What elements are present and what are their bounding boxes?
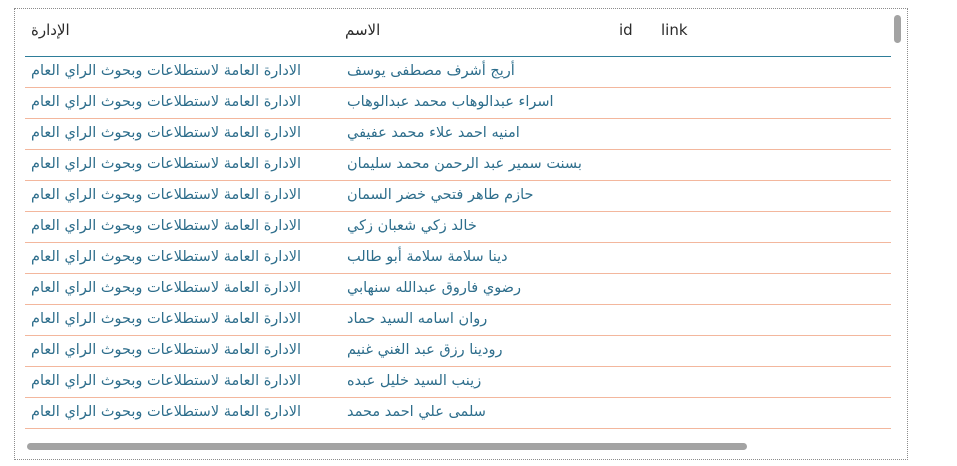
cell-department: الادارة العامة لاستطلاعات وبحوث الراي ال… [31, 94, 302, 110]
table-row[interactable]: الادارة العامة لاستطلاعات وبحوث الراي ال… [25, 88, 891, 119]
table-row[interactable]: الادارة العامة لاستطلاعات وبحوث الراي ال… [25, 212, 891, 243]
table-row[interactable]: الادارة العامة لاستطلاعات وبحوث الراي ال… [25, 119, 891, 150]
cell-department: الادارة العامة لاستطلاعات وبحوث الراي ال… [31, 63, 302, 79]
table-row[interactable]: الادارة العامة لاستطلاعات وبحوث الراي ال… [25, 57, 891, 88]
cell-name: بسنت سمير عبد الرحمن محمد سليمان [347, 156, 582, 172]
table-row[interactable]: الادارة العامة لاستطلاعات وبحوث الراي ال… [25, 274, 891, 305]
table-row[interactable]: الادارة العامة لاستطلاعات وبحوث الراي ال… [25, 398, 891, 429]
table-row[interactable]: الادارة العامة لاستطلاعات وبحوث الراي ال… [25, 243, 891, 274]
cell-department: الادارة العامة لاستطلاعات وبحوث الراي ال… [31, 156, 302, 172]
cell-name: سلمى علي احمد محمد [347, 404, 486, 420]
cell-name: اسراء عبدالوهاب محمد عبدالوهاب [347, 94, 554, 110]
cell-name: روان اسامه السيد حماد [347, 311, 488, 327]
cell-department: الادارة العامة لاستطلاعات وبحوث الراي ال… [31, 311, 302, 327]
cell-name: حازم طاهر فتحي خضر السمان [347, 187, 534, 203]
table-row[interactable]: الادارة العامة لاستطلاعات وبحوث الراي ال… [25, 181, 891, 212]
table-row[interactable]: الادارة العامة لاستطلاعات وبحوث الراي ال… [25, 150, 891, 181]
cell-name: خالد زكي شعبان زكي [347, 218, 477, 234]
cell-department: الادارة العامة لاستطلاعات وبحوث الراي ال… [31, 280, 302, 296]
horizontal-scrollbar[interactable] [27, 443, 747, 450]
cell-name: رودينا رزق عبد الغني غنيم [347, 342, 503, 358]
column-header-link[interactable]: link [661, 21, 688, 39]
column-header-id[interactable]: id [619, 21, 633, 39]
cell-name: امنيه احمد علاء محمد عفيفي [347, 125, 520, 141]
cell-department: الادارة العامة لاستطلاعات وبحوث الراي ال… [31, 125, 302, 141]
table-header: الإدارة الاسم id link [25, 9, 891, 57]
table-row[interactable]: الادارة العامة لاستطلاعات وبحوث الراي ال… [25, 305, 891, 336]
cell-name: زينب السيد خليل عبده [347, 373, 482, 389]
cell-department: الادارة العامة لاستطلاعات وبحوث الراي ال… [31, 373, 302, 389]
table-body: الادارة العامة لاستطلاعات وبحوث الراي ال… [25, 57, 891, 429]
cell-name: أريج أشرف مصطفى يوسف [347, 63, 515, 79]
cell-name: رضوي فاروق عبدالله سنهابي [347, 280, 521, 296]
cell-department: الادارة العامة لاستطلاعات وبحوث الراي ال… [31, 249, 302, 265]
table-row[interactable]: الادارة العامة لاستطلاعات وبحوث الراي ال… [25, 367, 891, 398]
cell-department: الادارة العامة لاستطلاعات وبحوث الراي ال… [31, 218, 302, 234]
vertical-scrollbar[interactable] [894, 15, 901, 43]
table-row[interactable]: الادارة العامة لاستطلاعات وبحوث الراي ال… [25, 336, 891, 367]
column-header-name[interactable]: الاسم [345, 21, 380, 39]
cell-department: الادارة العامة لاستطلاعات وبحوث الراي ال… [31, 404, 302, 420]
column-header-department[interactable]: الإدارة [31, 21, 70, 39]
cell-department: الادارة العامة لاستطلاعات وبحوث الراي ال… [31, 342, 302, 358]
cell-name: دينا سلامة سلامة أبو طالب [347, 249, 508, 265]
table-container: الإدارة الاسم id link الادارة العامة لاس… [14, 8, 908, 460]
cell-department: الادارة العامة لاستطلاعات وبحوث الراي ال… [31, 187, 302, 203]
